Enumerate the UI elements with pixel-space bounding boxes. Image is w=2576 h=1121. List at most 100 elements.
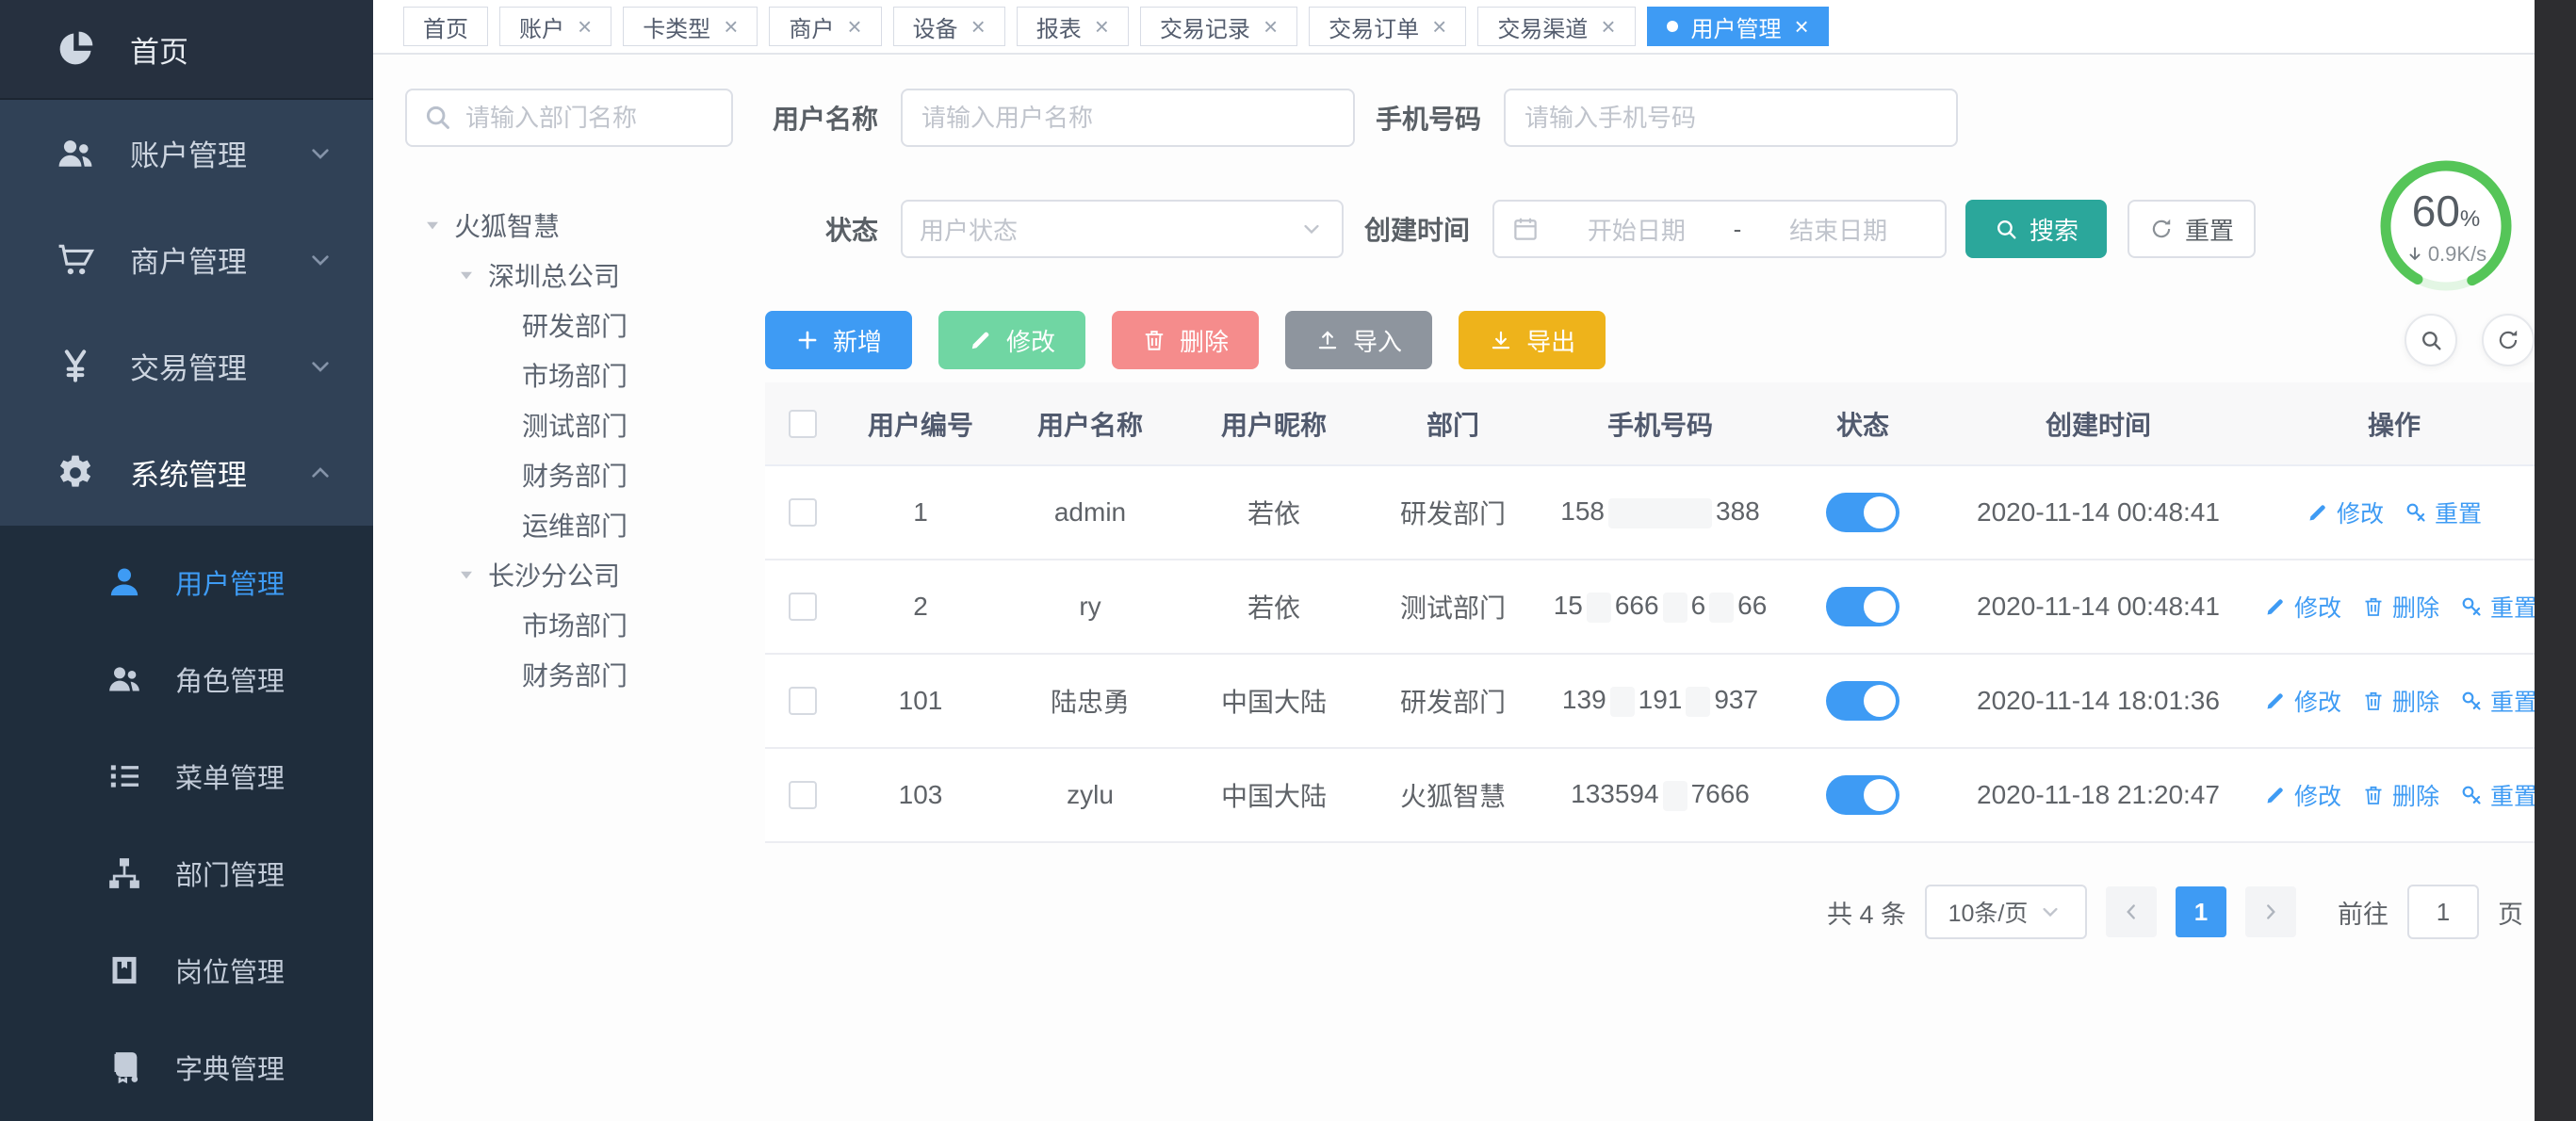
tab-item[interactable]: 交易记录× [1140,7,1297,46]
tree-node[interactable]: 测试部门 [405,399,737,449]
chevron-down-icon [1298,216,1325,242]
status-toggle[interactable] [1826,681,1899,721]
phone-segment: 6 [1691,591,1706,620]
close-tab-icon[interactable]: × [971,14,986,39]
content: 火狐智慧深圳总公司研发部门市场部门测试部门财务部门运维部门长沙分公司市场部门财务… [373,55,2535,1121]
tree-node[interactable]: 研发部门 [405,300,737,349]
list-icon [106,757,143,795]
tree-node[interactable]: 运维部门 [405,499,737,549]
user-icon [106,563,143,601]
sidebar-subitem[interactable]: 用户管理 [0,533,373,630]
tree-node[interactable]: 深圳总公司 [405,250,737,300]
sidebar-item[interactable]: 系统管理 [0,419,373,526]
sidebar-subitem[interactable]: 参数设置 [0,1115,373,1121]
reset-action-link[interactable]: 重置 [2460,778,2535,812]
edit-button[interactable]: 修改 [938,311,1085,369]
sidebar-subitem[interactable]: 部门管理 [0,824,373,921]
page-size-value: 10条/页 [1948,895,2029,929]
toggle-search-button[interactable] [2405,314,2457,366]
select-all-checkbox[interactable] [789,410,817,438]
row-checkbox[interactable] [789,781,817,809]
tab-item[interactable]: 账户× [499,7,611,46]
close-tab-icon[interactable]: × [1795,14,1809,39]
search-button[interactable]: 搜索 [1965,200,2107,258]
actions-cell: 修改删除重置 [2254,560,2535,654]
import-button[interactable]: 导入 [1285,311,1432,369]
tab-item[interactable]: 设备× [893,7,1005,46]
close-tab-icon[interactable]: × [724,14,738,39]
created-time-cell: 2020-11-14 00:48:41 [1943,465,2254,560]
close-tab-icon[interactable]: × [1095,14,1109,39]
delete-action-link[interactable]: 删除 [2362,684,2439,718]
phone-segment: 191 [1639,685,1683,714]
close-tab-icon[interactable]: × [847,14,861,39]
tab-item[interactable]: 交易渠道× [1477,7,1635,46]
edit-action-link[interactable]: 修改 [2264,684,2341,718]
delete-button[interactable]: 删除 [1112,311,1259,369]
table-row: 2ry若依测试部门156666662020-11-14 00:48:41修改删除… [765,560,2535,654]
sidebar-subitem[interactable]: 岗位管理 [0,921,373,1018]
refresh-icon [2496,328,2520,352]
sidebar-item[interactable]: 商户管理 [0,206,373,313]
close-tab-icon[interactable]: × [1264,14,1278,39]
tree-node[interactable]: 市场部门 [405,599,737,649]
download-arrow-icon [2405,245,2424,264]
close-tab-icon[interactable]: × [1432,14,1446,39]
tab-item[interactable]: 商户× [769,7,881,46]
status-toggle[interactable] [1826,587,1899,626]
phone-input[interactable] [1504,89,1958,147]
row-checkbox[interactable] [789,593,817,621]
dept-tree-panel: 火狐智慧深圳总公司研发部门市场部门测试部门财务部门运维部门长沙分公司市场部门财务… [405,89,737,1121]
page-size-select[interactable]: 10条/页 [1925,885,2087,939]
username-input[interactable] [901,89,1355,147]
reset-button[interactable]: 重置 [2128,200,2256,258]
status-toggle[interactable] [1826,775,1899,815]
prev-page-button[interactable] [2106,886,2157,937]
reset-action-link[interactable]: 重置 [2460,684,2535,718]
sidebar-item-home[interactable]: 首页 [0,0,373,100]
reset-action-link[interactable]: 重置 [2405,496,2482,529]
tree-node[interactable]: 财务部门 [405,449,737,499]
tab-item[interactable]: 用户管理× [1647,7,1829,46]
tree-node[interactable]: 长沙分公司 [405,549,737,599]
page-1-button[interactable]: 1 [2176,886,2226,937]
row-checkbox[interactable] [789,687,817,715]
tab-bar: 首页账户× 卡类型× 商户× 设备× 报表× 交易记录× 交易订单× 交易渠道× 用户管理× [373,0,2535,55]
caret-down-icon [454,562,479,587]
reset-action-link[interactable]: 重置 [2460,590,2535,624]
close-tab-icon[interactable]: × [578,14,592,39]
sidebar-item[interactable]: 账户管理 [0,100,373,206]
delete-action-link[interactable]: 删除 [2362,778,2439,812]
refresh-table-button[interactable] [2482,314,2535,366]
sidebar-item[interactable]: 交易管理 [0,313,373,419]
row-checkbox[interactable] [789,498,817,527]
delete-action-link[interactable]: 删除 [2362,590,2439,624]
tab-item[interactable]: 报表× [1017,7,1129,46]
edit-action-link[interactable]: 修改 [2264,778,2341,812]
edit-action-label: 修改 [2294,684,2341,718]
dept-search-input[interactable] [405,89,733,147]
table-tools [2405,314,2535,366]
tree-node[interactable]: 市场部门 [405,349,737,399]
tab-item[interactable]: 交易订单× [1309,7,1466,46]
next-page-button[interactable] [2245,886,2296,937]
plus-icon [795,328,820,352]
date-range-picker[interactable]: 开始日期 - 结束日期 [1492,200,1947,258]
edit-action-link[interactable]: 修改 [2307,496,2384,529]
sidebar-subitem[interactable]: 菜单管理 [0,727,373,824]
sidebar-subitem[interactable]: 字典管理 [0,1018,373,1115]
dept-search [405,89,733,147]
tab-item[interactable]: 卡类型× [623,7,758,46]
edit-action-link[interactable]: 修改 [2264,590,2341,624]
status-toggle[interactable] [1826,493,1899,532]
tab-item[interactable]: 首页 [403,7,488,46]
tree-node[interactable]: 财务部门 [405,649,737,699]
goto-page-input[interactable] [2407,885,2479,939]
add-button[interactable]: 新增 [765,311,912,369]
status-select[interactable]: 用户状态 [901,200,1344,258]
sidebar-subitem[interactable]: 角色管理 [0,630,373,727]
tree-node[interactable]: 火狐智慧 [405,200,737,250]
close-tab-icon[interactable]: × [1601,14,1615,39]
active-tab-dot [1667,21,1678,32]
export-button[interactable]: 导出 [1459,311,1606,369]
